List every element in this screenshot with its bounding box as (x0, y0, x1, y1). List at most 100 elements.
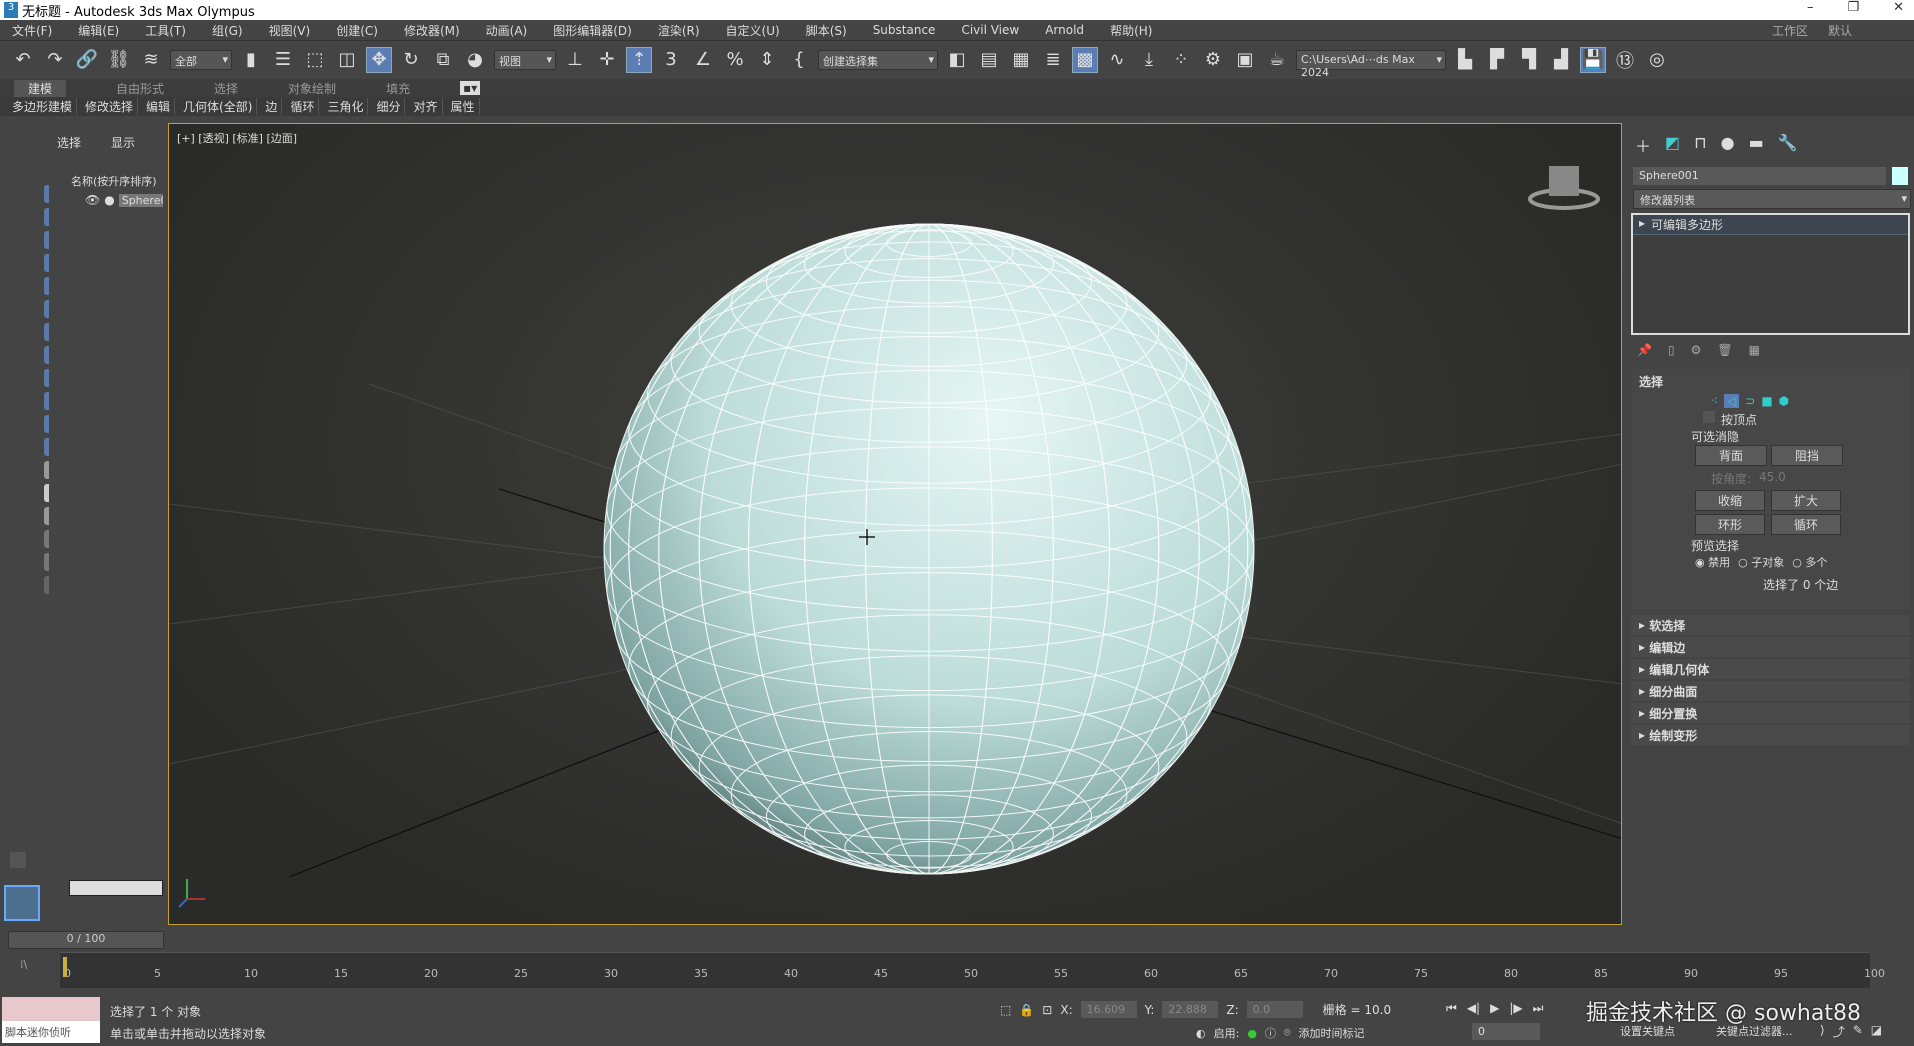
pin-stack-icon[interactable]: 📌 (1637, 343, 1652, 357)
element-mode-icon[interactable]: ⬢ (1779, 394, 1789, 408)
angle-snap-icon[interactable]: ∠ (690, 47, 716, 73)
rollout-subdivision-surface[interactable]: ▸ 细分曲面 (1631, 681, 1910, 701)
ribbon-tab-populate[interactable]: 填充 (386, 80, 410, 97)
by-vertex-checkbox[interactable] (1703, 411, 1715, 423)
menu-graph-editors[interactable]: 图形编辑器(D) (553, 22, 632, 39)
link-icon[interactable]: 🔗 (74, 47, 100, 73)
edge-mode-icon[interactable]: ◁ (1724, 394, 1740, 408)
add-time-tag[interactable]: 添加时间标记 (1299, 1025, 1365, 1041)
sync-icon[interactable]: ◎ (1644, 47, 1670, 73)
ribbon-modify-selection[interactable]: 修改选择 (85, 98, 139, 115)
scale-icon[interactable]: ⧉ (430, 47, 456, 73)
ribbon-edit[interactable]: 编辑 (146, 98, 176, 115)
named-selection-icon[interactable]: { (786, 47, 812, 73)
grow-button[interactable]: 扩大 (1771, 490, 1841, 511)
ribbon-edges[interactable]: 边 (265, 98, 283, 115)
menu-civil-view[interactable]: Civil View (961, 23, 1019, 37)
ribbon-triangulation[interactable]: 三角化 (327, 98, 369, 115)
select-object-icon[interactable]: ▮ (238, 47, 264, 73)
ribbon-polygon-modeling[interactable]: 多边形建模 (12, 98, 78, 115)
make-unique-icon[interactable]: ⚙ (1691, 343, 1702, 357)
snap-toggle-icon[interactable]: 3 (658, 47, 684, 73)
window-crossing-icon[interactable]: ◫ (334, 47, 360, 73)
maxscript-input[interactable]: 脚本迷你侦听 (2, 1021, 100, 1043)
explorer-tab-display[interactable]: 显示 (111, 134, 135, 151)
object-color-swatch[interactable] (1892, 167, 1908, 185)
material-editor-icon[interactable]: ⁘ (1168, 47, 1194, 73)
reference-coordinate-dropdown[interactable]: 视图 (494, 49, 556, 70)
menu-substance[interactable]: Substance (873, 23, 936, 37)
remove-modifier-icon[interactable]: 🗑 (1717, 343, 1732, 357)
rollout-subdivision-displacement[interactable]: ▸ 细分置换 (1631, 703, 1910, 723)
ribbon-subdivision[interactable]: 细分 (376, 98, 406, 115)
rollout-soft-selection[interactable]: ▸ 软选择 (1631, 615, 1910, 635)
modifier-list-dropdown[interactable]: 修改器列表 (1633, 189, 1911, 209)
select-by-name-icon[interactable]: ☰ (270, 47, 296, 73)
object-name-input[interactable]: Sphere001 (1633, 167, 1887, 185)
curve-editor-icon[interactable]: ∿ (1104, 47, 1130, 73)
menu-rendering[interactable]: 渲染(R) (658, 22, 700, 39)
rollout-edit-edges[interactable]: ▸ 编辑边 (1631, 637, 1910, 657)
align-icon[interactable]: ▤ (976, 47, 1002, 73)
occluded-button[interactable]: 阻挡 (1771, 445, 1843, 466)
explorer-tab-select[interactable]: 选择 (57, 134, 81, 151)
freeze-icon[interactable]: ● (104, 193, 114, 207)
project-path-dropdown[interactable]: C:\Users\Ad⋯ds Max 2024 (1296, 49, 1446, 79)
select-manipulate-icon[interactable]: ✛ (594, 47, 620, 73)
schematic-view-icon[interactable]: ⤓ (1136, 47, 1162, 73)
explorer-item-sphere[interactable]: Sphere001 (118, 193, 163, 207)
absolute-mode-icon[interactable]: ⊡ (1042, 1003, 1052, 1017)
configure-sets-icon[interactable]: ▦ (1749, 343, 1760, 357)
vertex-mode-icon[interactable]: ⁖ (1711, 394, 1718, 408)
motion-tab-icon[interactable]: ● (1721, 133, 1735, 157)
restore-button[interactable]: ❐ (1847, 0, 1859, 15)
project-icon[interactable]: ▙ (1452, 47, 1478, 73)
info-icon[interactable]: ⓘ (1265, 1025, 1276, 1041)
ribbon-loops[interactable]: 循环 (290, 98, 320, 115)
close-button[interactable]: ✕ (1893, 0, 1904, 15)
explorer-column-header[interactable]: 名称(按升序排序) (49, 173, 165, 189)
menu-group[interactable]: 组(G) (212, 22, 243, 39)
minimize-button[interactable]: – (1807, 0, 1814, 15)
show-end-result-icon[interactable]: ▯ (1668, 343, 1675, 357)
render-setup-icon[interactable]: ⚙ (1200, 47, 1226, 73)
y-coordinate-field[interactable]: 22.888 (1162, 1001, 1219, 1018)
ribbon-tab-freeform[interactable]: 自由形式 (116, 80, 164, 97)
explorer-scrollbar[interactable] (69, 880, 163, 896)
ribbon-tab-object-paint[interactable]: 对象绘制 (288, 80, 336, 97)
ribbon-tab-selection[interactable]: 选择 (214, 80, 238, 97)
rollout-paint-deformation[interactable]: ▸ 绘制变形 (1631, 725, 1910, 745)
menu-file[interactable]: 文件(F) (12, 22, 52, 39)
menu-create[interactable]: 创建(C) (336, 22, 378, 39)
preview-multi-radio[interactable]: ○ 多个 (1792, 554, 1827, 570)
project-settings-icon[interactable]: ▟ (1548, 47, 1574, 73)
ribbon-align[interactable]: 对齐 (413, 98, 443, 115)
render-icon[interactable]: ☕ (1264, 47, 1290, 73)
menu-modifiers[interactable]: 修改器(M) (404, 22, 460, 39)
percent-snap-icon[interactable]: % (722, 47, 748, 73)
key-mode-icon[interactable]: ⁞\ (20, 958, 27, 971)
x-coordinate-field[interactable]: 16.609 (1080, 1001, 1137, 1018)
explorer-collapse-icon[interactable] (10, 852, 26, 868)
mirror-icon[interactable]: ◧ (944, 47, 970, 73)
border-mode-icon[interactable]: ⊃ (1745, 394, 1755, 408)
bind-space-warp-icon[interactable]: ≋ (138, 47, 164, 73)
isolate-icon[interactable]: ⬚ (1000, 1003, 1011, 1017)
pivot-icon[interactable]: ⊥ (562, 47, 588, 73)
spinner-snap-icon[interactable]: ⇕ (754, 47, 780, 73)
walk-icon[interactable]: ⤴ (1833, 1023, 1845, 1040)
loop-button[interactable]: 循环 (1771, 514, 1841, 535)
maxscript-listener[interactable] (2, 997, 100, 1021)
maximize-viewport-icon[interactable]: ◪ (1871, 1023, 1882, 1040)
ribbon-geometry-all[interactable]: 几何体(全部) (183, 98, 258, 115)
menu-arnold[interactable]: Arnold (1045, 23, 1084, 37)
next-frame-icon[interactable]: |▶ (1509, 1001, 1522, 1016)
menu-views[interactable]: 视图(V) (269, 22, 311, 39)
save-icon[interactable]: 💾 (1580, 46, 1606, 73)
menu-customize[interactable]: 自定义(U) (726, 22, 780, 39)
angle-spinner[interactable]: 45.0 (1759, 470, 1786, 487)
prev-frame-icon[interactable]: ◀| (1467, 1001, 1480, 1016)
move-icon[interactable]: ✥ (366, 46, 392, 73)
rendered-frame-icon[interactable]: ▣ (1232, 47, 1258, 73)
lock-selection-icon[interactable]: 🔒 (1019, 1003, 1034, 1017)
